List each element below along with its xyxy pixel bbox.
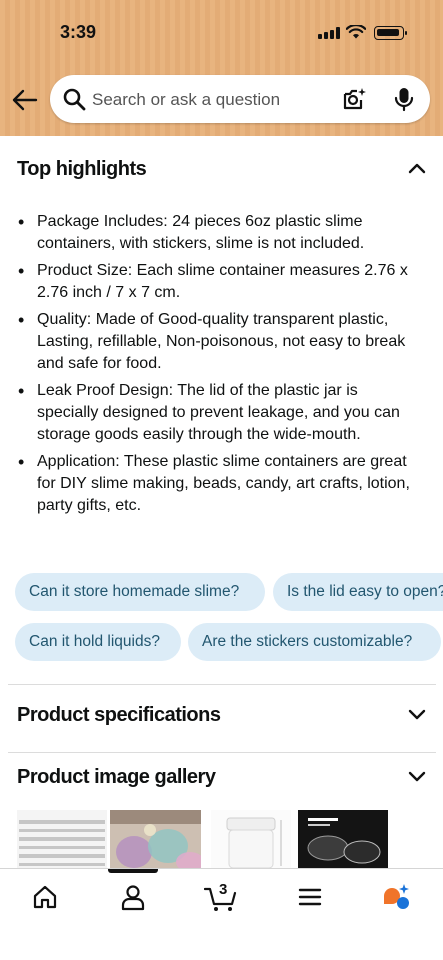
highlights-list: Package Includes: 24 pieces 6oz plastic … [17, 211, 417, 522]
search-input[interactable]: Search or ask a question [92, 90, 280, 110]
status-time: 3:39 [60, 22, 97, 42]
status-bar: 3:39 [0, 0, 443, 64]
chevron-up-icon[interactable] [408, 162, 426, 174]
home-icon[interactable] [31, 883, 59, 911]
question-chip[interactable]: Are the stickers customizable? [188, 623, 441, 661]
search-bar[interactable]: Search or ask a question [50, 75, 430, 123]
cart-count: 3 [219, 881, 228, 898]
account-icon[interactable] [119, 883, 147, 911]
cart-button[interactable]: 3 [204, 881, 238, 911]
section-divider [8, 752, 436, 753]
question-chip[interactable]: Can it hold liquids? [15, 623, 181, 661]
section-divider [8, 684, 436, 685]
search-icon [63, 88, 86, 111]
highlight-item: Product Size: Each slime container measu… [17, 260, 417, 304]
highlight-item: Quality: Made of Good-quality transparen… [17, 309, 417, 375]
wifi-icon [346, 25, 366, 39]
bottom-nav: 3 [0, 868, 443, 960]
gallery-thumbnail[interactable] [110, 810, 201, 869]
chevron-down-icon[interactable] [408, 770, 426, 782]
product-specifications-heading[interactable]: Product specifications [17, 704, 221, 727]
gallery-thumbnails [0, 805, 443, 869]
product-image-gallery-heading[interactable]: Product image gallery [17, 766, 216, 789]
top-highlights-heading[interactable]: Top highlights [17, 158, 147, 181]
chevron-down-icon[interactable] [408, 708, 426, 720]
rufus-assistant-icon[interactable] [382, 883, 410, 911]
gallery-thumbnail[interactable] [211, 810, 291, 869]
battery-icon [374, 26, 407, 40]
question-chip[interactable]: Can it store homemade slime? [15, 573, 265, 611]
gallery-thumbnail[interactable] [298, 810, 388, 869]
top-header: 3:39 Search or ask a question [0, 0, 443, 136]
cellular-signal-icon [318, 27, 340, 39]
menu-icon[interactable] [296, 883, 324, 911]
active-tab-indicator [108, 869, 158, 873]
question-chip[interactable]: Is the lid easy to open? [273, 573, 443, 611]
microphone-icon[interactable] [392, 86, 416, 112]
highlight-item: Package Includes: 24 pieces 6oz plastic … [17, 211, 417, 255]
highlight-item: Leak Proof Design: The lid of the plasti… [17, 380, 417, 446]
back-arrow-icon[interactable] [12, 88, 38, 112]
gallery-thumbnail[interactable] [17, 810, 107, 869]
camera-lens-icon[interactable] [342, 86, 368, 112]
highlight-item: Application: These plastic slime contain… [17, 451, 417, 517]
